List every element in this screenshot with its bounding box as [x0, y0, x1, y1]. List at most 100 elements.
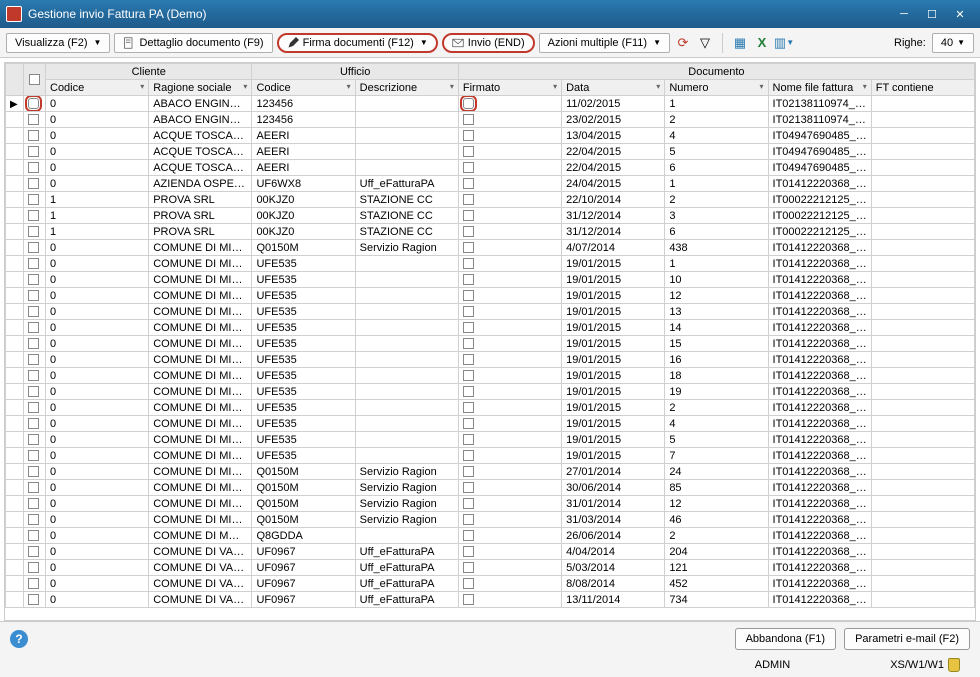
firma-button[interactable]: Firma documenti (F12)▼ — [277, 33, 438, 53]
maximize-button[interactable]: ☐ — [918, 4, 946, 24]
table-row[interactable]: 0COMUNE DI MIRANDOLAUFE53519/01/201513IT… — [6, 304, 975, 320]
row-select[interactable] — [24, 448, 46, 464]
table-row[interactable]: 0COMUNE DI MIRANDOLAUFE53519/01/201512IT… — [6, 288, 975, 304]
table-row[interactable]: 0COMUNE DI MIRANDOLAUFE53519/01/201516IT… — [6, 352, 975, 368]
cell-firmato[interactable] — [458, 416, 561, 432]
cell-firmato[interactable] — [458, 240, 561, 256]
cell-firmato[interactable] — [458, 208, 561, 224]
row-select[interactable] — [24, 160, 46, 176]
row-select[interactable] — [24, 112, 46, 128]
filter-dropdown-icon[interactable]: ▾ — [140, 82, 144, 91]
cell-firmato[interactable] — [458, 512, 561, 528]
table-row[interactable]: 0COMUNE DI MIRANDOLAUFE53519/01/201518IT… — [6, 368, 975, 384]
cell-firmato[interactable] — [458, 336, 561, 352]
table-row[interactable]: 1PROVA SRL00KJZ0STAZIONE CC31/12/20146IT… — [6, 224, 975, 240]
cell-firmato[interactable] — [458, 224, 561, 240]
filter-dropdown-icon[interactable]: ▾ — [863, 82, 867, 91]
cell-firmato[interactable] — [458, 304, 561, 320]
row-select[interactable] — [24, 352, 46, 368]
table-row[interactable]: 0ACQUE TOSCANE S.P.A.AEERI13/04/20154IT0… — [6, 128, 975, 144]
cell-firmato[interactable] — [458, 384, 561, 400]
row-select[interactable] — [24, 592, 46, 608]
table-row[interactable]: 0COMUNE DI MIRANDOLAUFE53519/01/20155IT0… — [6, 432, 975, 448]
row-select[interactable] — [24, 416, 46, 432]
table-row[interactable]: 1PROVA SRL00KJZ0STAZIONE CC22/10/20142IT… — [6, 192, 975, 208]
row-select[interactable] — [24, 336, 46, 352]
row-select[interactable] — [24, 384, 46, 400]
row-select[interactable] — [24, 224, 46, 240]
row-select[interactable] — [24, 240, 46, 256]
col-ufficio-codice[interactable]: Codice▾ — [252, 80, 355, 96]
col-ufficio-descr[interactable]: Descrizione▾ — [355, 80, 458, 96]
row-select[interactable] — [24, 96, 46, 112]
filter-dropdown-icon[interactable]: ▾ — [450, 82, 454, 91]
columns-icon[interactable]: ▥▼ — [775, 34, 793, 52]
cell-firmato[interactable] — [458, 448, 561, 464]
col-ft[interactable]: FT contiene — [871, 80, 974, 96]
close-button[interactable]: ✕ — [946, 4, 974, 24]
row-select[interactable] — [24, 144, 46, 160]
row-select[interactable] — [24, 192, 46, 208]
cell-firmato[interactable] — [458, 528, 561, 544]
cell-firmato[interactable] — [458, 480, 561, 496]
row-select[interactable] — [24, 256, 46, 272]
cell-firmato[interactable] — [458, 592, 561, 608]
table-row[interactable]: 0COMUNE DI VALSAMOGGIAUF0967Uff_eFattura… — [6, 544, 975, 560]
table-row[interactable]: 0COMUNE DI MIRANDOLAUFE53519/01/201515IT… — [6, 336, 975, 352]
filter-icon[interactable]: ▽ — [696, 34, 714, 52]
cell-firmato[interactable] — [458, 352, 561, 368]
row-select[interactable] — [24, 528, 46, 544]
abbandona-button[interactable]: Abbandona (F1) — [735, 628, 837, 650]
table-row[interactable]: 0ABACO ENGINEERING SRL di Pipr12345623/0… — [6, 112, 975, 128]
export-excel-icon[interactable]: X — [753, 34, 771, 52]
azioni-button[interactable]: Azioni multiple (F11)▼ — [539, 33, 670, 53]
table-row[interactable]: 0COMUNE DI MIRANDOLAQ0150MServizio Ragio… — [6, 496, 975, 512]
table-row[interactable]: 0COMUNE DI MIRANDOLAUFE53519/01/201510IT… — [6, 272, 975, 288]
cell-firmato[interactable] — [458, 400, 561, 416]
table-row[interactable]: 0COMUNE DI MIRANDOLAUFE53519/01/201519IT… — [6, 384, 975, 400]
table-row[interactable]: 0AZIENDA OSPEDALIERO UNIVERSUF6WX8Uff_eF… — [6, 176, 975, 192]
row-select[interactable] — [24, 368, 46, 384]
table-row[interactable]: 0COMUNE DI VALSAMOGGIAUF0967Uff_eFattura… — [6, 560, 975, 576]
table-row[interactable]: ▶0ABACO ENGINEERING SRL di Pipr12345611/… — [6, 96, 975, 112]
table-row[interactable]: 0COMUNE DI MIRANDOLAUFE53519/01/20152IT0… — [6, 400, 975, 416]
parametri-button[interactable]: Parametri e-mail (F2) — [844, 628, 970, 650]
row-select[interactable] — [24, 320, 46, 336]
table-row[interactable]: 0COMUNE DI MIRANDOLAUFE53519/01/20157IT0… — [6, 448, 975, 464]
table-row[interactable]: 0COMUNE DI MIRANDOLAQ0150MServizio Ragio… — [6, 240, 975, 256]
row-select[interactable] — [24, 176, 46, 192]
cell-firmato[interactable] — [458, 160, 561, 176]
table-row[interactable]: 0COMUNE DI MIRANDOLAQ0150MServizio Ragio… — [6, 480, 975, 496]
filter-dropdown-icon[interactable]: ▾ — [347, 82, 351, 91]
cell-firmato[interactable] — [458, 112, 561, 128]
col-data[interactable]: Data▾ — [562, 80, 665, 96]
export-grid-icon[interactable]: ▦ — [731, 34, 749, 52]
cell-firmato[interactable] — [458, 288, 561, 304]
col-nomefile[interactable]: Nome file fattura▾ — [768, 80, 871, 96]
cell-firmato[interactable] — [458, 256, 561, 272]
table-row[interactable]: 0ACQUE TOSCANE S.P.A.AEERI22/04/20155IT0… — [6, 144, 975, 160]
table-row[interactable]: 0COMUNE DI VALSAMOGGIAUF0967Uff_eFattura… — [6, 576, 975, 592]
cell-firmato[interactable] — [458, 96, 561, 112]
cell-firmato[interactable] — [458, 560, 561, 576]
table-row[interactable]: 0COMUNE DI MIRANDOLAUFE53519/01/20154IT0… — [6, 416, 975, 432]
table-row[interactable]: 0COMUNE DI VALSAMOGGIAUF0967Uff_eFattura… — [6, 592, 975, 608]
col-ragione[interactable]: Ragione sociale▾ — [149, 80, 252, 96]
table-row[interactable]: 0COMUNE DI MODENAQ8GDDA26/06/20142IT0141… — [6, 528, 975, 544]
cell-firmato[interactable] — [458, 544, 561, 560]
col-numero[interactable]: Numero▾ — [665, 80, 768, 96]
cell-firmato[interactable] — [458, 576, 561, 592]
row-select[interactable] — [24, 432, 46, 448]
table-row[interactable]: 0COMUNE DI MIRANDOLAUFE53519/01/201514IT… — [6, 320, 975, 336]
grid-scroll[interactable]: Cliente Ufficio Documento Codice▾ Ragion… — [5, 63, 975, 620]
row-select[interactable] — [24, 288, 46, 304]
filter-dropdown-icon[interactable]: ▾ — [243, 82, 247, 91]
cell-firmato[interactable] — [458, 496, 561, 512]
table-row[interactable]: 1PROVA SRL00KJZ0STAZIONE CC31/12/20143IT… — [6, 208, 975, 224]
cell-firmato[interactable] — [458, 176, 561, 192]
help-icon[interactable]: ? — [10, 630, 28, 648]
row-select[interactable] — [24, 208, 46, 224]
filter-dropdown-icon[interactable]: ▾ — [760, 82, 764, 91]
cell-firmato[interactable] — [458, 144, 561, 160]
row-select[interactable] — [24, 496, 46, 512]
